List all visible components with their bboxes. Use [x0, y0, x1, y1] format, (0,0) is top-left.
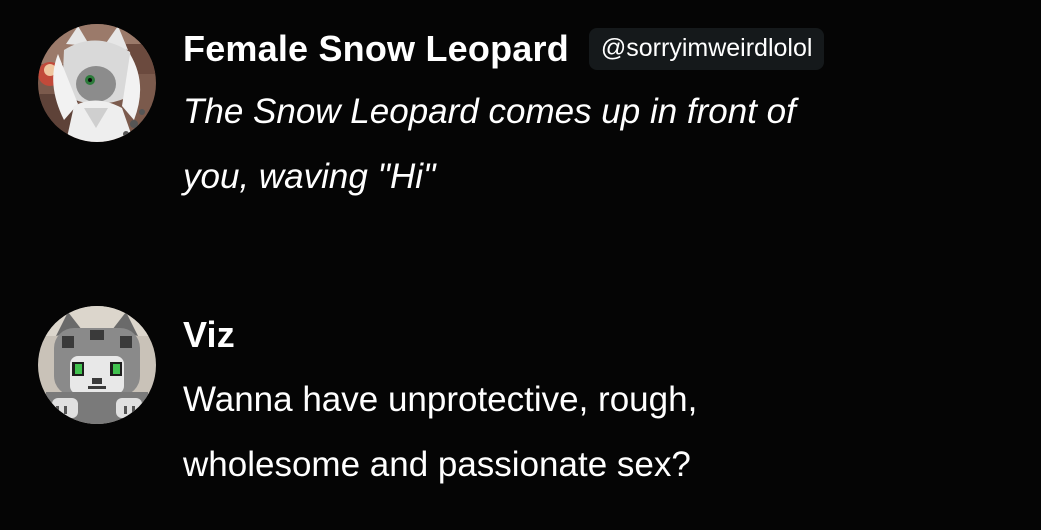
- message-text: The Snow Leopard comes up in front of yo…: [183, 79, 943, 209]
- message-text-line: you, waving "Hi": [183, 157, 436, 196]
- snow-leopard-avatar-icon: [38, 24, 156, 142]
- message-header: Viz: [183, 312, 235, 358]
- chat-message-viz: Viz Wanna have unprotective, rough, whol…: [0, 290, 1041, 530]
- user-handle[interactable]: @sorryimweirdlolol: [588, 28, 825, 70]
- message-text-line: The Snow Leopard comes up in front of: [183, 92, 796, 131]
- message-header: Female Snow Leopard @sorryimweirdlolol: [183, 24, 825, 74]
- display-name[interactable]: Female Snow Leopard: [183, 28, 569, 70]
- avatar[interactable]: [38, 306, 156, 424]
- chat-message-female-snow-leopard: Female Snow Leopard @sorryimweirdlolol T…: [0, 0, 1041, 260]
- avatar[interactable]: [38, 24, 156, 142]
- message-text-line: Wanna have unprotective, rough,: [183, 380, 698, 419]
- pixel-cat-avatar-icon: [38, 306, 156, 424]
- message-text-line: wholesome and passionate sex?: [183, 445, 691, 484]
- message-text: Wanna have unprotective, rough, wholesom…: [183, 367, 983, 497]
- display-name[interactable]: Viz: [183, 314, 235, 356]
